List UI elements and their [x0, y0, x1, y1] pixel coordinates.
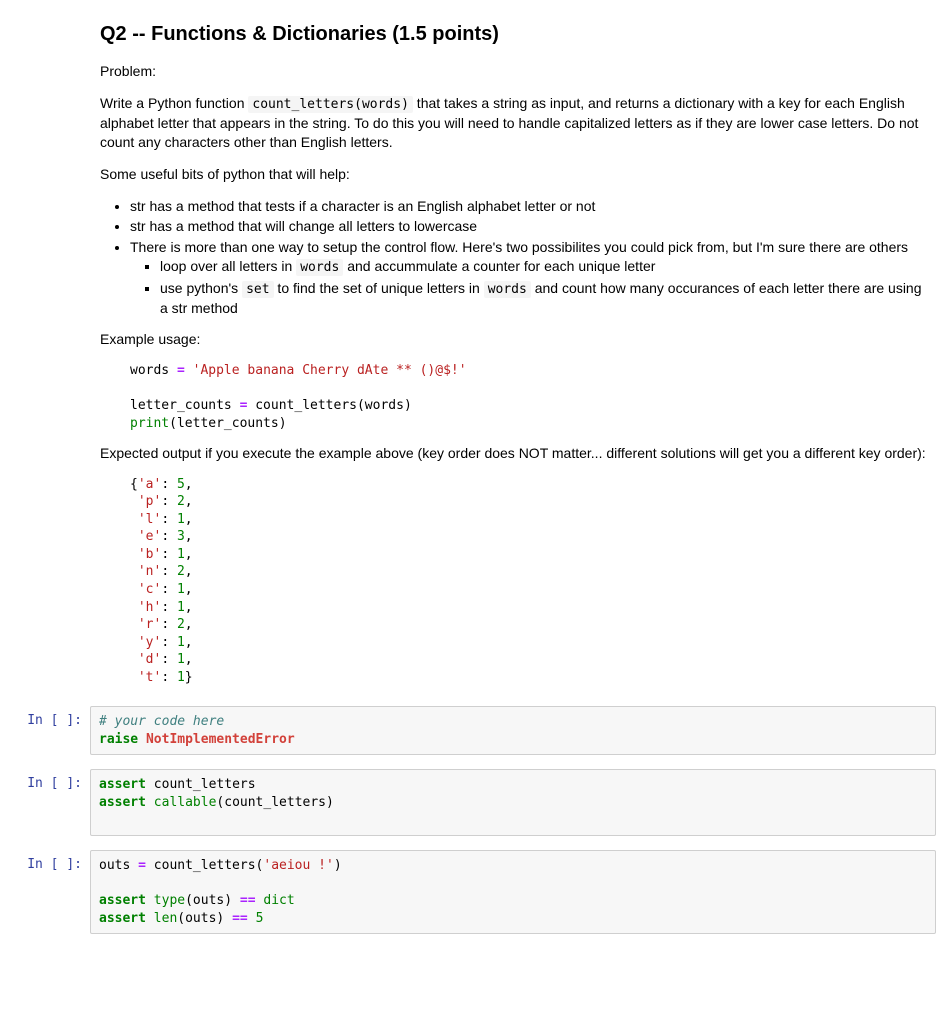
notebook-root: Q2 -- Functions & Dictionaries (1.5 poin…	[0, 0, 946, 968]
hint-subitem: use python's set to find the set of uniq…	[160, 279, 926, 319]
hint-item: str has a method that will change all le…	[130, 217, 926, 237]
code-token: ==	[240, 893, 256, 908]
code-keyword: raise	[99, 732, 138, 747]
code-builtin: callable	[154, 795, 217, 810]
code-comment: # your code here	[99, 714, 224, 729]
code-number: 5	[256, 911, 264, 926]
code-string: 'aeiou !'	[263, 858, 333, 873]
problem-description: Write a Python function count_letters(wo…	[100, 94, 926, 153]
code-keyword: assert	[99, 795, 146, 810]
code-builtin: len	[154, 911, 177, 926]
code-id: count_letters	[154, 777, 256, 792]
code-cell: In [ ]: # your code here raise NotImplem…	[10, 706, 936, 755]
code-builtin: print	[130, 416, 169, 431]
problem-label: Problem:	[100, 62, 926, 82]
hints-list: str has a method that tests if a charact…	[100, 197, 926, 319]
code-token: =	[177, 363, 185, 378]
code-token: (letter_counts)	[169, 416, 286, 431]
cell-prompt: In [ ]:	[10, 769, 90, 836]
code-token: count_letters(words)	[247, 398, 411, 413]
cell-prompt: In [ ]:	[10, 850, 90, 934]
example-code-block: words = 'Apple banana Cherry dAte ** ()@…	[100, 362, 926, 432]
code-input-area[interactable]: assert count_letters assert callable(cou…	[90, 769, 936, 836]
code-token: words	[130, 363, 177, 378]
hint-item: str has a method that tests if a charact…	[130, 197, 926, 217]
code-token	[185, 363, 193, 378]
code-string: 'Apple banana Cherry dAte ** ()@$!'	[193, 363, 467, 378]
question-heading: Q2 -- Functions & Dictionaries (1.5 poin…	[100, 20, 926, 48]
inline-code-words: words	[296, 259, 343, 276]
expected-output-label: Expected output if you execute the examp…	[100, 444, 926, 464]
code-keyword: assert	[99, 777, 146, 792]
code-cell: In [ ]: assert count_letters assert call…	[10, 769, 936, 836]
code-input-area[interactable]: # your code here raise NotImplementedErr…	[90, 706, 936, 755]
code-token: letter_counts	[130, 398, 240, 413]
code-keyword: assert	[99, 893, 146, 908]
hint-subitem: loop over all letters in words and accum…	[160, 257, 926, 277]
code-keyword: assert	[99, 911, 146, 926]
hints-intro: Some useful bits of python that will hel…	[100, 165, 926, 185]
code-cell: In [ ]: outs = count_letters('aeiou !') …	[10, 850, 936, 934]
inline-code-set: set	[242, 281, 273, 298]
expected-output-block: {'a': 5, 'p': 2, 'l': 1, 'e': 3, 'b': 1,…	[100, 476, 926, 687]
sub-text: to find the set of unique letters in	[274, 280, 484, 296]
example-usage-label: Example usage:	[100, 330, 926, 350]
code-input-area[interactable]: outs = count_letters('aeiou !') assert t…	[90, 850, 936, 934]
cell-prompt: In [ ]:	[10, 706, 90, 755]
inline-code-words: words	[484, 281, 531, 298]
code-token: ==	[232, 911, 248, 926]
hint-item: There is more than one way to setup the …	[130, 238, 926, 319]
code-exception: NotImplementedError	[146, 732, 295, 747]
code-builtin: dict	[263, 893, 294, 908]
markdown-cell: Q2 -- Functions & Dictionaries (1.5 poin…	[10, 20, 936, 686]
code-token: count_letters(	[146, 858, 263, 873]
hints-sublist: loop over all letters in words and accum…	[130, 257, 926, 318]
code-token: (count_letters)	[216, 795, 333, 810]
code-token: =	[138, 858, 146, 873]
code-token: (outs)	[177, 911, 232, 926]
code-token: (outs)	[185, 893, 240, 908]
code-token: outs	[99, 858, 138, 873]
problem-text-a: Write a Python function	[100, 95, 248, 111]
code-token: )	[334, 858, 342, 873]
hint-text: There is more than one way to setup the …	[130, 239, 908, 255]
sub-text: use python's	[160, 280, 242, 296]
sub-text: and accummulate a counter for each uniqu…	[343, 258, 655, 274]
code-builtin: type	[154, 893, 185, 908]
inline-code-fn: count_letters(words)	[248, 96, 413, 113]
sub-text: loop over all letters in	[160, 258, 296, 274]
